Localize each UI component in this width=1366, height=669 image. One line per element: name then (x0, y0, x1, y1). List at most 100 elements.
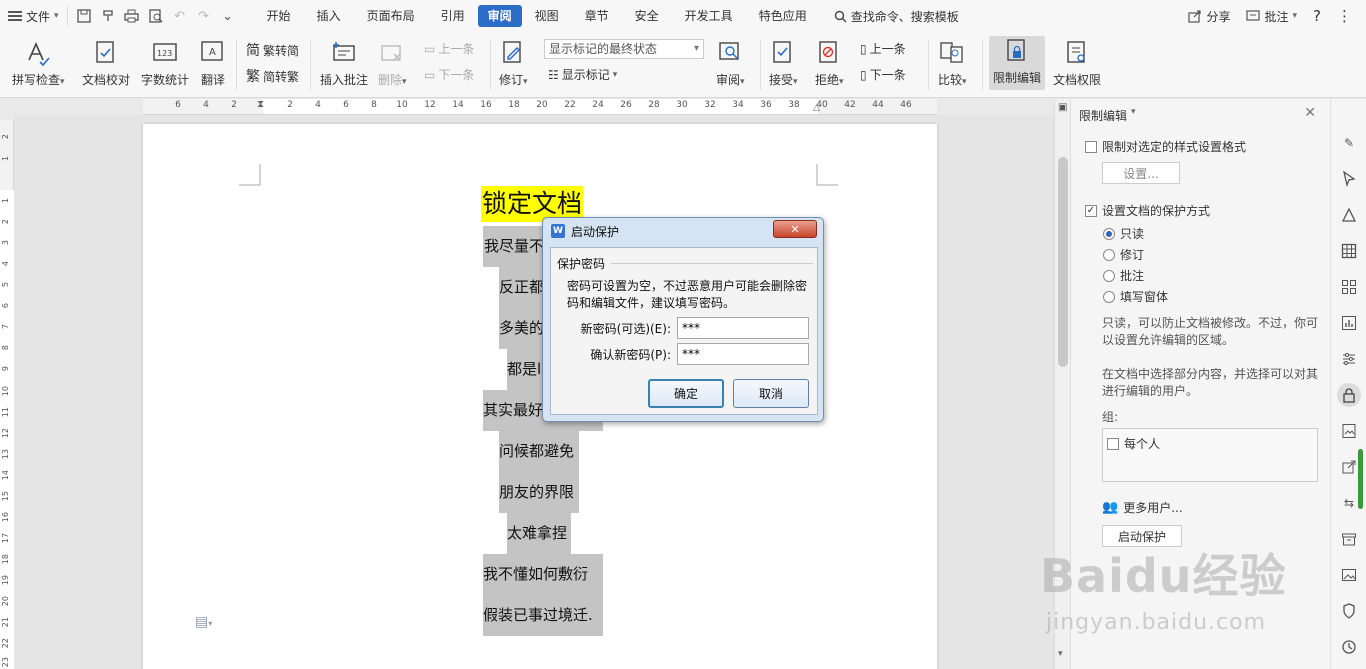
share-icon (1188, 9, 1202, 23)
document-line[interactable]: 朋友的界限 (499, 472, 579, 513)
image-doc-icon[interactable] (1339, 421, 1359, 441)
print-icon[interactable] (124, 8, 140, 24)
prev-comment-button[interactable]: ▭ 上一条 (424, 40, 474, 57)
ruler-number: 12 (1, 428, 10, 439)
more-options-icon[interactable]: ⋮ (1337, 7, 1352, 25)
document-line[interactable]: 假装已事过境迁. (483, 595, 603, 636)
scroll-down-icon[interactable]: ▾ (1058, 649, 1063, 659)
doc-proof-button[interactable]: 文档校对 (82, 38, 130, 88)
page-nav-icon[interactable]: ▣ (1058, 102, 1067, 113)
restrict-format-checkbox[interactable]: 限制对选定的样式设置格式 (1085, 138, 1246, 155)
prev-change-button[interactable]: ▯ 上一条 (860, 40, 906, 57)
document-line[interactable]: 问候都避免 (499, 431, 579, 472)
shapes-icon[interactable] (1339, 205, 1359, 225)
accept-button[interactable]: 接受▾ (769, 38, 798, 88)
comment-menu-button[interactable]: 批注 ▾ (1246, 8, 1297, 25)
reject-button[interactable]: 拒绝▾ (815, 38, 844, 88)
lock-icon[interactable] (1337, 383, 1361, 407)
radio-fill-form[interactable]: 填写窗体 (1103, 288, 1168, 305)
command-search[interactable]: 查找命令、搜索模板 (834, 8, 959, 25)
compare-button[interactable]: 比较▾ (938, 38, 967, 88)
indent-marker-icon[interactable]: ⧗ (257, 99, 264, 110)
share-button[interactable]: 分享 (1188, 8, 1230, 25)
redo-icon[interactable]: ↷ (196, 8, 212, 24)
document-line[interactable]: 我不懂如何敷衍 (483, 554, 603, 595)
tab-special[interactable]: 特色应用 (746, 5, 820, 27)
more-users-link[interactable]: 👥 更多用户... (1102, 499, 1183, 516)
tab-home[interactable]: 开始 (254, 5, 304, 27)
radio-revision[interactable]: 修订 (1103, 246, 1144, 263)
translate-side-icon[interactable]: ⇆ (1339, 493, 1359, 513)
chart-icon[interactable] (1339, 313, 1359, 333)
adjust-sliders-icon[interactable] (1339, 349, 1359, 369)
side-scroll-indicator[interactable] (1358, 449, 1363, 509)
file-menu[interactable]: 文件 ▾ (0, 0, 67, 32)
delete-comment-button[interactable]: 删除▾ (378, 38, 407, 88)
shield-icon[interactable] (1339, 601, 1359, 621)
format-settings-button[interactable]: 设置... (1102, 162, 1180, 184)
help-button[interactable]: ? (1313, 7, 1321, 25)
tab-security[interactable]: 安全 (622, 5, 672, 27)
next-comment-button[interactable]: ▭ 下一条 (424, 66, 474, 83)
print-preview-icon[interactable] (148, 8, 164, 24)
user-group-list[interactable]: 每个人 (1102, 428, 1318, 482)
history-icon[interactable] (1339, 637, 1359, 657)
confirm-password-input[interactable] (677, 343, 809, 365)
review-pane-button[interactable]: 审阅▾ (716, 38, 745, 88)
panel-close-icon[interactable]: ✕ (1304, 105, 1316, 121)
format-painter-icon[interactable] (100, 8, 116, 24)
new-password-input[interactable] (677, 317, 809, 339)
cancel-button[interactable]: 取消 (733, 379, 809, 408)
ruler-number: 4 (315, 100, 321, 110)
undo-icon[interactable]: ↶ (172, 8, 188, 24)
to-simplified-button[interactable]: 繁 简转繁 (246, 66, 299, 86)
markup-display-select[interactable]: 显示标记的最终状态 (544, 39, 704, 59)
delete-comment-icon (378, 38, 406, 68)
translate-button[interactable]: A 翻译 (199, 38, 227, 88)
tab-view[interactable]: 视图 (522, 5, 572, 27)
panel-header[interactable]: 限制编辑 ▾ (1079, 107, 1136, 124)
save-icon[interactable] (76, 8, 92, 24)
dialog-close-button[interactable]: ✕ (773, 220, 817, 238)
tab-review[interactable]: 审阅 (477, 5, 522, 27)
track-changes-button[interactable]: 修订▾ (499, 38, 528, 88)
ok-button[interactable]: 确定 (648, 379, 724, 408)
right-indent-marker-icon[interactable]: △ (813, 103, 820, 113)
insert-comment-button[interactable]: 插入批注 (320, 38, 368, 88)
to-traditional-button[interactable]: 简 繁转简 (246, 40, 299, 60)
tab-insert[interactable]: 插入 (304, 5, 354, 27)
protection-mode-checkbox[interactable]: ✓ 设置文档的保护方式 (1085, 202, 1210, 219)
grid-apps-icon[interactable] (1339, 277, 1359, 297)
radio-comment[interactable]: 批注 (1103, 267, 1144, 284)
document-line[interactable]: 太难拿捏 (507, 513, 571, 554)
picture-icon[interactable] (1339, 565, 1359, 585)
vertical-scrollbar[interactable]: ▣ ▾ (1054, 99, 1070, 669)
table-icon[interactable] (1339, 241, 1359, 261)
pen-icon[interactable]: ✎ (1339, 133, 1359, 153)
archive-icon[interactable] (1339, 529, 1359, 549)
start-protect-button[interactable]: 启动保护 (1102, 525, 1182, 547)
show-markup-button[interactable]: ☷ 显示标记 ▾ (548, 66, 617, 83)
scrollbar-thumb[interactable] (1058, 157, 1068, 367)
horizontal-ruler[interactable]: 6 4 2 2 4 6 8 10 12 14 16 18 20 22 24 26… (143, 99, 937, 115)
tab-page-layout[interactable]: 页面布局 (354, 5, 428, 27)
ruler-number: 2 (1, 219, 10, 225)
everyone-checkbox[interactable]: 每个人 (1107, 435, 1160, 452)
radio-readonly[interactable]: 只读 (1103, 225, 1144, 242)
next-change-icon: ▯ (860, 67, 867, 82)
export-icon[interactable] (1339, 457, 1359, 477)
tab-developer[interactable]: 开发工具 (672, 5, 746, 27)
customize-dropdown-icon[interactable]: ⌄ (220, 8, 236, 24)
spell-check-button[interactable]: 拼写检查▾ (12, 38, 65, 88)
doc-permission-button[interactable]: 文档权限 (1053, 38, 1101, 88)
paste-options-icon[interactable]: ▤▾ (195, 614, 212, 630)
document-area[interactable]: 锁定文档 我尽量不 反正都 多美的 都是la 其实最好 问候都避免 朋友的界限 … (14, 115, 1054, 669)
restrict-edit-button[interactable]: 限制编辑 (989, 36, 1046, 90)
tab-references[interactable]: 引用 (428, 5, 478, 27)
word-count-button[interactable]: 123 字数统计 (141, 38, 189, 88)
svg-text:A: A (209, 47, 216, 58)
pointer-icon[interactable] (1339, 169, 1359, 189)
tab-section[interactable]: 章节 (572, 5, 622, 27)
next-change-button[interactable]: ▯ 下一条 (860, 66, 906, 83)
vertical-ruler[interactable]: 2 1 1 2 3 4 5 6 7 8 9 10 11 12 13 14 15 … (0, 120, 14, 669)
